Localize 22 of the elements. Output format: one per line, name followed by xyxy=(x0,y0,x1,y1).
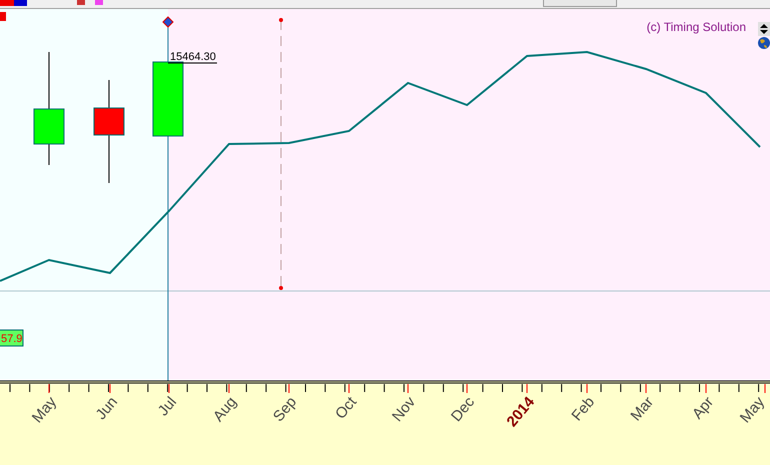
month-label: Feb xyxy=(568,394,598,424)
month-label: Nov xyxy=(388,394,420,426)
month-label: Dec xyxy=(448,394,478,426)
month-label: Oct xyxy=(332,394,360,422)
input-field[interactable] xyxy=(543,0,617,7)
value-marker: 57.9 xyxy=(0,330,24,346)
month-label: May xyxy=(28,394,60,426)
copyright-text: (c) Timing Solution xyxy=(646,20,746,34)
month-label: Jul xyxy=(154,394,180,420)
color-swatch-icon[interactable] xyxy=(0,0,27,6)
globe-icon[interactable] xyxy=(758,37,770,49)
month-label: Sep xyxy=(270,394,300,426)
month-label: Jun xyxy=(92,394,122,424)
marker-line[interactable] xyxy=(279,18,283,290)
marker-square-icon xyxy=(0,12,6,21)
month-label: Aug xyxy=(210,394,240,426)
month-label: Mar xyxy=(627,394,658,424)
diamond-icon[interactable] xyxy=(162,16,174,28)
month-label: Apr xyxy=(689,394,718,422)
price-label: 15464.30 xyxy=(170,51,216,63)
month-label: May xyxy=(736,394,768,426)
scroll-arrows-icon[interactable] xyxy=(758,22,770,36)
